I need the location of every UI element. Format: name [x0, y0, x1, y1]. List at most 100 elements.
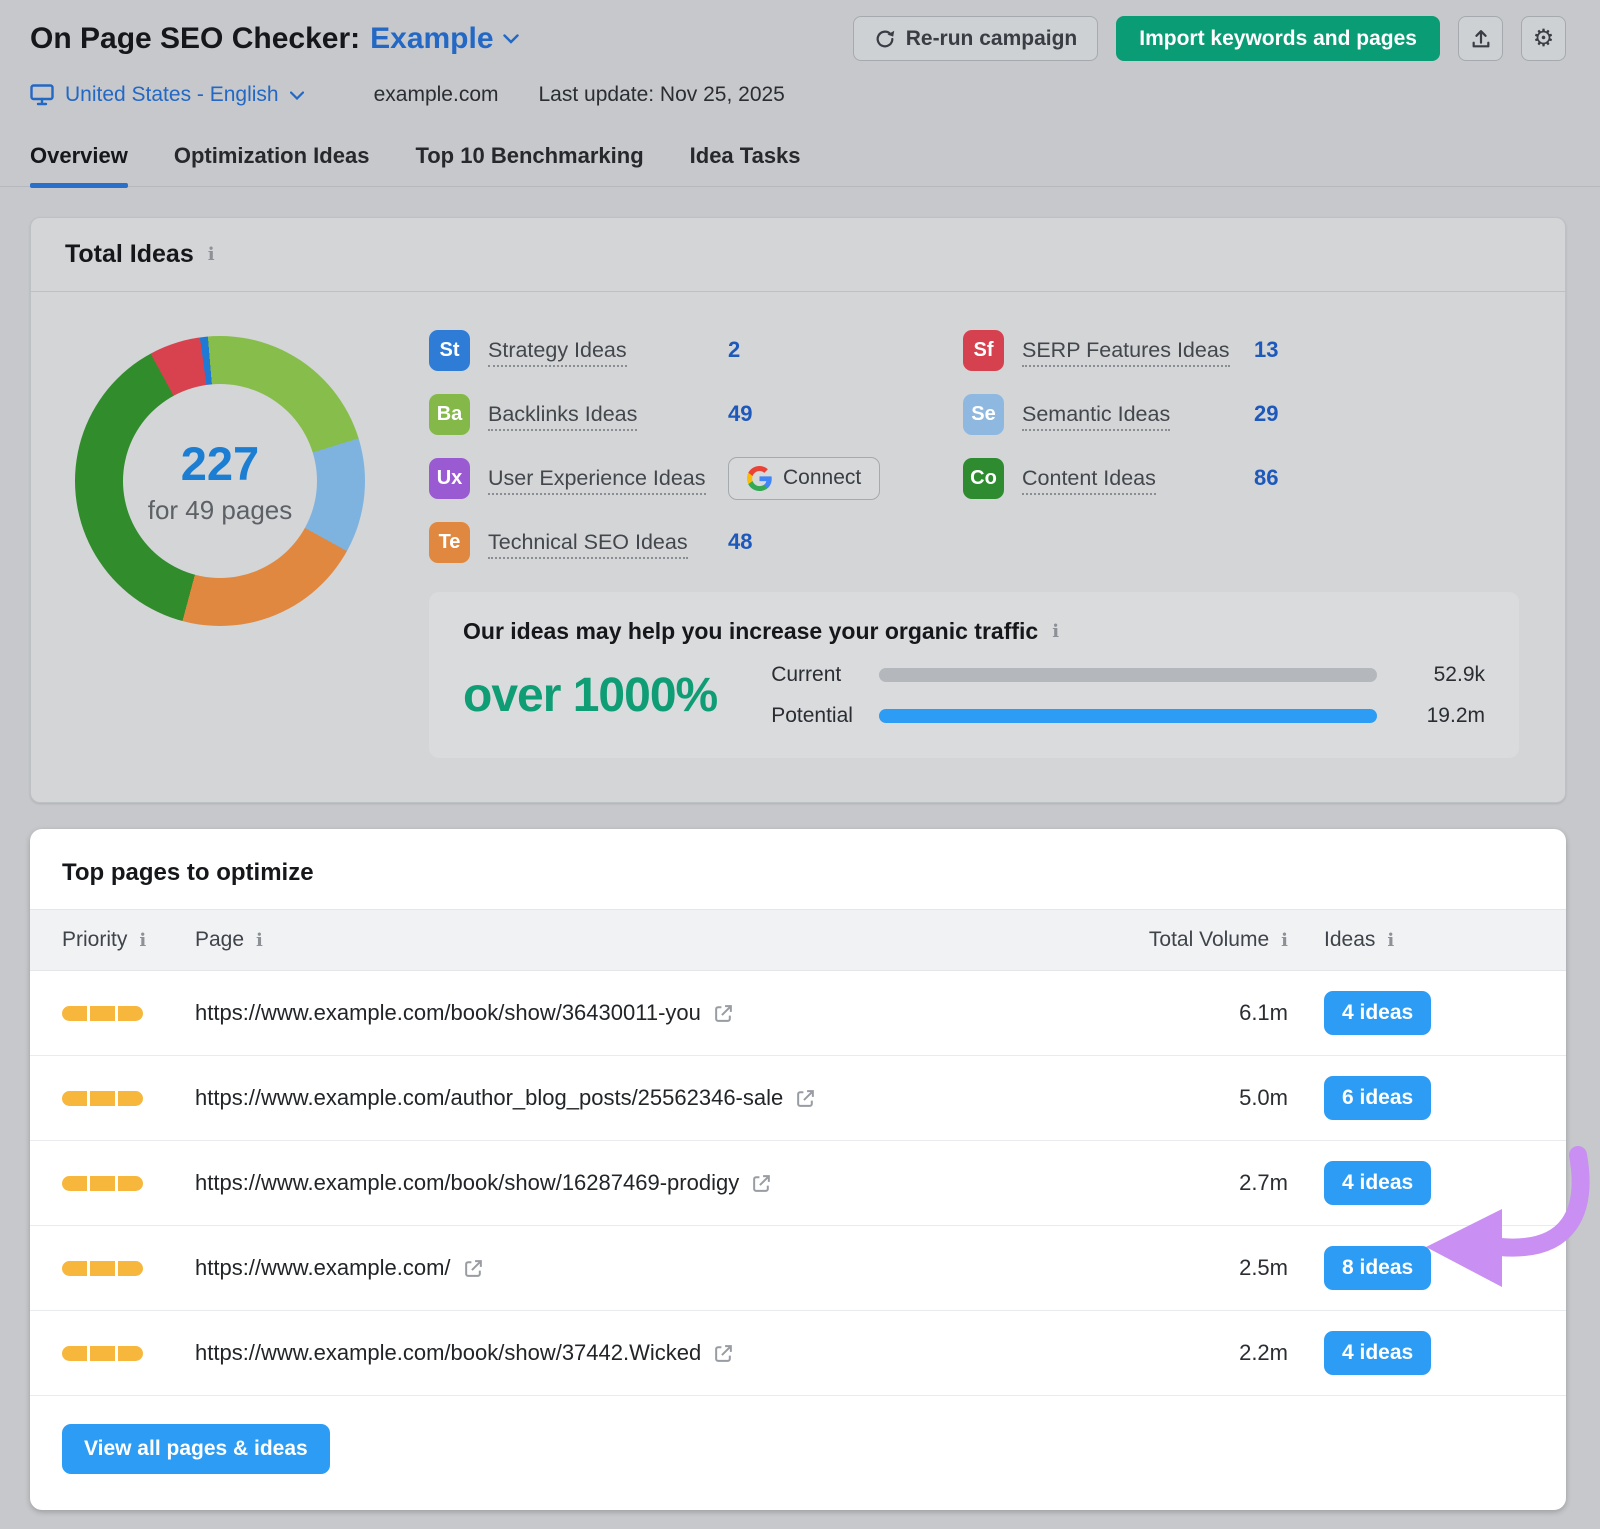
technical-seo-ideas-link[interactable]: Technical SEO Ideas	[488, 530, 688, 559]
external-link-icon[interactable]	[751, 1173, 772, 1194]
col-priority: Priority	[62, 928, 127, 952]
ideas-count-button[interactable]: 4 ideas	[1324, 991, 1431, 1035]
current-traffic-value: 52.9k	[1401, 663, 1485, 687]
export-button[interactable]	[1458, 16, 1503, 61]
table-row: https://www.example.com/book/show/364300…	[30, 971, 1566, 1056]
table-row: https://www.example.com/ 2.5m 8 ideas	[30, 1226, 1566, 1311]
priority-indicator	[62, 1006, 195, 1021]
page-url: https://www.example.com/book/show/364300…	[195, 1000, 701, 1026]
settings-button[interactable]: ⚙	[1521, 16, 1566, 61]
total-volume-value: 2.2m	[1108, 1340, 1288, 1366]
info-icon[interactable]: i	[208, 244, 215, 265]
chevron-down-icon	[503, 34, 519, 44]
serp-features-ideas-link[interactable]: SERP Features Ideas	[1022, 338, 1230, 367]
total-volume-value: 6.1m	[1108, 1000, 1288, 1026]
col-total-volume: Total Volume	[1149, 928, 1269, 952]
page-url: https://www.example.com/author_blog_post…	[195, 1085, 783, 1111]
tab-optimization-ideas[interactable]: Optimization Ideas	[174, 143, 370, 186]
campaign-domain: example.com	[374, 83, 499, 107]
tab-overview[interactable]: Overview	[30, 143, 128, 186]
external-link-icon[interactable]	[463, 1258, 484, 1279]
traffic-panel-title: Our ideas may help you increase your org…	[463, 618, 1038, 645]
google-connect-button[interactable]: Connect	[728, 457, 880, 500]
project-selector[interactable]: Example	[370, 22, 518, 56]
import-keywords-label: Import keywords and pages	[1139, 27, 1417, 51]
ideas-count-button-highlighted[interactable]: 8 ideas	[1324, 1246, 1431, 1290]
semantic-ideas-link[interactable]: Semantic Ideas	[1022, 402, 1170, 431]
external-link-icon[interactable]	[713, 1003, 734, 1024]
upload-icon	[1470, 28, 1492, 50]
view-all-pages-button[interactable]: View all pages & ideas	[62, 1424, 330, 1474]
potential-traffic-row: Potential 19.2m	[771, 704, 1485, 728]
content-ideas-link[interactable]: Content Ideas	[1022, 466, 1156, 495]
backlinks-ideas-count: 49	[728, 401, 752, 427]
semantic-badge: Se	[963, 394, 1004, 435]
potential-traffic-value: 19.2m	[1401, 704, 1485, 728]
technical-seo-ideas-count: 48	[728, 529, 752, 555]
info-icon[interactable]: i	[139, 930, 146, 951]
donut-subtitle: for 49 pages	[148, 495, 293, 526]
priority-indicator	[62, 1261, 195, 1276]
chevron-down-icon	[290, 91, 304, 100]
rerun-campaign-label: Re-run campaign	[906, 27, 1078, 51]
strategy-badge: St	[429, 330, 470, 371]
total-volume-value: 2.7m	[1108, 1170, 1288, 1196]
ideas-count-button[interactable]: 4 ideas	[1324, 1161, 1431, 1205]
top-pages-title: Top pages to optimize	[30, 829, 1566, 909]
current-traffic-bar	[879, 668, 1377, 682]
import-keywords-button[interactable]: Import keywords and pages	[1116, 16, 1440, 61]
table-row: https://www.example.com/author_blog_post…	[30, 1056, 1566, 1141]
priority-indicator	[62, 1091, 195, 1106]
total-ideas-title: Total Ideas	[65, 240, 194, 269]
priority-indicator	[62, 1176, 195, 1191]
user-experience-ideas-link[interactable]: User Experience Ideas	[488, 466, 706, 495]
legend-item-serp-features: Sf SERP Features Ideas 13	[963, 328, 1519, 372]
ideas-count-button[interactable]: 6 ideas	[1324, 1076, 1431, 1120]
total-ideas-card: Total Ideas i 227 for 49 pages St Stra	[30, 217, 1566, 803]
locale-selector[interactable]: United States - English	[30, 83, 304, 107]
external-link-icon[interactable]	[713, 1343, 734, 1364]
ideas-count-button[interactable]: 4 ideas	[1324, 1331, 1431, 1375]
page-url: https://www.example.com/book/show/162874…	[195, 1170, 739, 1196]
total-volume-value: 2.5m	[1108, 1255, 1288, 1281]
monitor-icon	[30, 84, 54, 106]
rerun-campaign-button[interactable]: Re-run campaign	[853, 16, 1099, 61]
on-page-seo-checker-page: On Page SEO Checker: Example Re-run camp…	[0, 0, 1600, 1529]
header: On Page SEO Checker: Example Re-run camp…	[0, 0, 1600, 107]
info-icon[interactable]: i	[1052, 621, 1059, 642]
col-ideas: Ideas	[1324, 928, 1375, 952]
info-icon[interactable]: i	[1281, 930, 1288, 951]
strategy-ideas-count: 2	[728, 337, 740, 363]
user-experience-badge: Ux	[429, 458, 470, 499]
strategy-ideas-link[interactable]: Strategy Ideas	[488, 338, 627, 367]
total-volume-value: 5.0m	[1108, 1085, 1288, 1111]
gear-icon: ⚙	[1533, 27, 1555, 51]
table-row: https://www.example.com/book/show/162874…	[30, 1141, 1566, 1226]
legend-item-semantic: Se Semantic Ideas 29	[963, 392, 1519, 436]
serp-features-badge: Sf	[963, 330, 1004, 371]
technical-seo-badge: Te	[429, 522, 470, 563]
current-label: Current	[771, 663, 879, 687]
semantic-ideas-count: 29	[1254, 401, 1278, 427]
info-icon[interactable]: i	[256, 930, 263, 951]
content-ideas-count: 86	[1254, 465, 1278, 491]
content-badge: Co	[963, 458, 1004, 499]
legend-item-backlinks: Ba Backlinks Ideas 49	[429, 392, 963, 436]
backlinks-ideas-link[interactable]: Backlinks Ideas	[488, 402, 637, 431]
legend-item-user-experience: Ux User Experience Ideas Connect	[429, 456, 963, 500]
current-traffic-row: Current 52.9k	[771, 663, 1485, 687]
page-url: https://www.example.com/book/show/37442.…	[195, 1340, 701, 1366]
tab-idea-tasks[interactable]: Idea Tasks	[690, 143, 801, 186]
tab-top10-benchmarking[interactable]: Top 10 Benchmarking	[415, 143, 643, 186]
legend-item-content: Co Content Ideas 86	[963, 456, 1519, 500]
donut-total-count: 227	[181, 436, 259, 491]
external-link-icon[interactable]	[795, 1088, 816, 1109]
priority-indicator	[62, 1346, 195, 1361]
page-title-text: On Page SEO Checker:	[30, 22, 360, 56]
info-icon[interactable]: i	[1387, 930, 1394, 951]
last-update: Last update: Nov 25, 2025	[539, 83, 785, 107]
refresh-icon	[874, 28, 896, 50]
potential-label: Potential	[771, 704, 879, 728]
legend-item-technical-seo: Te Technical SEO Ideas 48	[429, 520, 963, 564]
locale-label: United States - English	[65, 83, 279, 107]
